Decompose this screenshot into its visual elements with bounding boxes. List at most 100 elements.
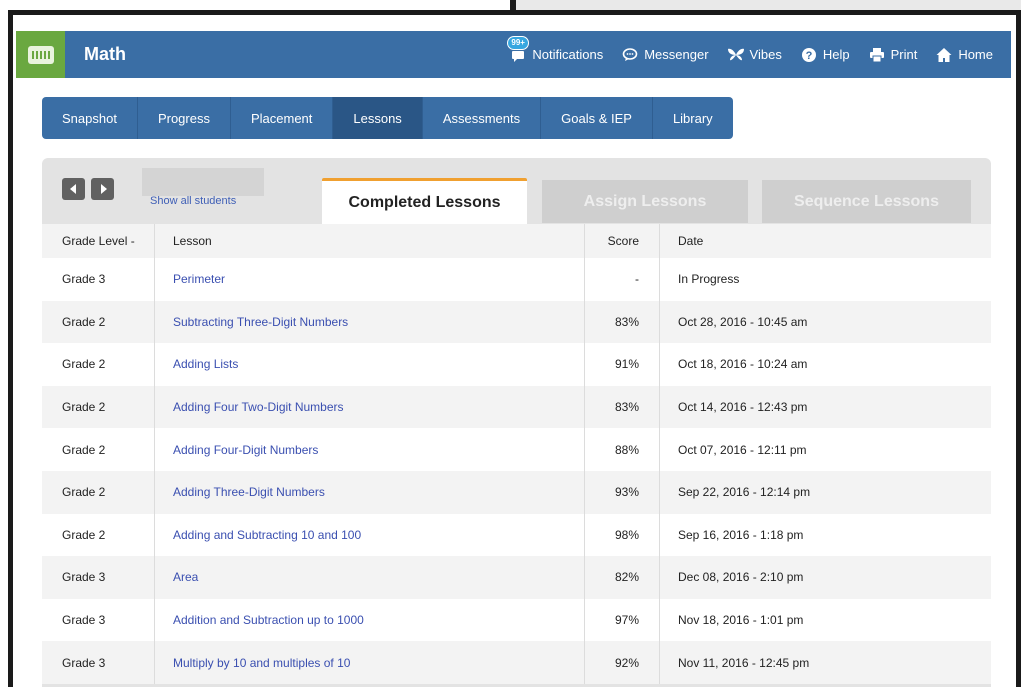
vibes-label: Vibes <box>749 47 782 62</box>
chevron-right-icon <box>100 184 107 194</box>
subtab-completed-lessons[interactable]: Completed Lessons <box>322 178 527 224</box>
app-title: Math <box>84 44 126 64</box>
messenger-icon <box>621 46 639 64</box>
student-pager <box>62 178 114 200</box>
lesson-link[interactable]: Addition and Subtraction up to 1000 <box>173 613 364 627</box>
notifications-badge: 99+ <box>507 35 529 50</box>
lesson-link[interactable]: Adding Four Two-Digit Numbers <box>173 400 344 414</box>
date-cell: Oct 18, 2016 - 10:24 am <box>659 343 991 386</box>
main-tabs: Snapshot Progress Placement Lessons Asse… <box>42 97 733 139</box>
help-label: Help <box>822 47 850 62</box>
table-row: Grade 2 Adding Four Two-Digit Numbers 83… <box>42 385 991 429</box>
table-header-row: Grade Level - Lesson Score Date <box>42 224 991 258</box>
tab-snapshot[interactable]: Snapshot <box>42 97 138 139</box>
table-row: Grade 3 Addition and Subtraction up to 1… <box>42 598 991 642</box>
vibes-button[interactable]: Vibes <box>727 46 782 64</box>
notifications-icon: 99+ <box>507 35 529 64</box>
home-button[interactable]: Home <box>935 46 993 64</box>
home-icon <box>935 46 953 64</box>
table-row: Grade 2 Subtracting Three-Digit Numbers … <box>42 300 991 344</box>
date-cell: Dec 08, 2016 - 2:10 pm <box>659 556 991 599</box>
table-row: Grade 3 Perimeter - In Progress <box>42 258 991 301</box>
sort-indicator: - <box>130 234 135 248</box>
grade-cell: Grade 3 <box>62 655 106 670</box>
score-cell: 83% <box>584 300 659 344</box>
lesson-link[interactable]: Adding and Subtracting 10 and 100 <box>173 528 361 542</box>
tab-assessments[interactable]: Assessments <box>423 97 542 139</box>
tab-placement[interactable]: Placement <box>231 97 334 139</box>
svg-text:?: ? <box>805 50 812 62</box>
grade-cell: Grade 2 <box>62 357 106 372</box>
header-nav: 99+ Notifications Messenger Vibes ? Help <box>507 31 993 78</box>
app-header: Math 99+ Notifications Messenger Vibes ? <box>16 31 1011 78</box>
tab-progress[interactable]: Progress <box>138 97 231 139</box>
grade-level-header-label: Grade Level <box>62 234 128 248</box>
notifications-button[interactable]: 99+ Notifications <box>507 35 604 64</box>
score-cell: 83% <box>584 385 659 429</box>
show-all-students-link[interactable]: Show all students <box>150 195 236 207</box>
table-row: Grade 3 Multiply by 10 and multiples of … <box>42 641 991 684</box>
table-row: Grade 2 Adding Four-Digit Numbers 88% Oc… <box>42 428 991 471</box>
score-cell: 97% <box>584 598 659 642</box>
date-header[interactable]: Date <box>659 224 991 258</box>
table-row: Grade 2 Adding Three-Digit Numbers 93% S… <box>42 470 991 514</box>
chevron-left-icon <box>69 184 76 194</box>
score-cell: 91% <box>584 343 659 386</box>
lesson-link[interactable]: Perimeter <box>173 272 225 286</box>
grade-cell: Grade 2 <box>62 400 106 415</box>
score-cell: 92% <box>584 641 659 684</box>
date-cell: Oct 07, 2016 - 12:11 pm <box>659 428 991 471</box>
window-frame-top <box>0 0 1021 22</box>
tab-goals-iep[interactable]: Goals & IEP <box>541 97 653 139</box>
table-row: Grade 2 Adding and Subtracting 10 and 10… <box>42 513 991 557</box>
lesson-link[interactable]: Adding Four-Digit Numbers <box>173 443 318 457</box>
grade-cell: Grade 3 <box>62 613 106 628</box>
lessons-panel: Show all students Completed Lessons Assi… <box>42 158 991 687</box>
date-cell: Sep 22, 2016 - 12:14 pm <box>659 470 991 514</box>
lesson-link[interactable]: Adding Lists <box>173 357 238 371</box>
lesson-header[interactable]: Lesson <box>154 224 584 258</box>
tab-library[interactable]: Library <box>653 97 733 139</box>
table-row: Grade 2 Adding Lists 91% Oct 18, 2016 - … <box>42 343 991 386</box>
score-header[interactable]: Score <box>584 224 659 258</box>
home-label: Home <box>958 47 993 62</box>
previous-student-button[interactable] <box>62 178 85 200</box>
lesson-link[interactable]: Multiply by 10 and multiples of 10 <box>173 656 350 670</box>
score-cell: - <box>584 258 659 301</box>
print-label: Print <box>890 47 918 62</box>
subtab-assign-lessons[interactable]: Assign Lessons <box>542 180 748 223</box>
vibes-icon <box>727 46 745 64</box>
window-frame-left <box>8 10 13 687</box>
window-frame-right <box>1016 10 1021 687</box>
grade-cell: Grade 2 <box>62 314 106 329</box>
student-name-redacted <box>142 168 264 196</box>
grade-cell: Grade 2 <box>62 527 106 542</box>
help-button[interactable]: ? Help <box>800 46 850 64</box>
print-button[interactable]: Print <box>868 46 918 64</box>
subtab-sequence-lessons[interactable]: Sequence Lessons <box>762 180 971 223</box>
next-student-button[interactable] <box>91 178 114 200</box>
date-cell: In Progress <box>659 258 991 301</box>
grade-cell: Grade 3 <box>62 272 106 287</box>
messenger-label: Messenger <box>644 47 709 62</box>
grade-level-header[interactable]: Grade Level - <box>42 234 154 248</box>
lesson-link[interactable]: Area <box>173 570 198 584</box>
lesson-link[interactable]: Subtracting Three-Digit Numbers <box>173 315 348 329</box>
grade-cell: Grade 3 <box>62 570 106 585</box>
date-cell: Sep 16, 2016 - 1:18 pm <box>659 513 991 557</box>
lesson-link[interactable]: Adding Three-Digit Numbers <box>173 485 325 499</box>
grade-cell: Grade 2 <box>62 442 106 457</box>
notifications-label: Notifications <box>532 47 604 62</box>
tab-lessons[interactable]: Lessons <box>333 97 423 139</box>
score-cell: 93% <box>584 470 659 514</box>
keyboard-icon[interactable] <box>16 31 65 78</box>
date-cell: Nov 11, 2016 - 12:45 pm <box>659 641 991 684</box>
date-cell: Nov 18, 2016 - 1:01 pm <box>659 598 991 642</box>
completed-lessons-table: Grade Level - Lesson Score Date Grade 3 … <box>42 224 991 684</box>
help-icon: ? <box>800 46 818 64</box>
score-cell: 88% <box>584 428 659 471</box>
score-cell: 98% <box>584 513 659 557</box>
messenger-button[interactable]: Messenger <box>621 46 709 64</box>
table-row: Grade 3 Area 82% Dec 08, 2016 - 2:10 pm <box>42 556 991 599</box>
print-icon <box>868 46 886 64</box>
